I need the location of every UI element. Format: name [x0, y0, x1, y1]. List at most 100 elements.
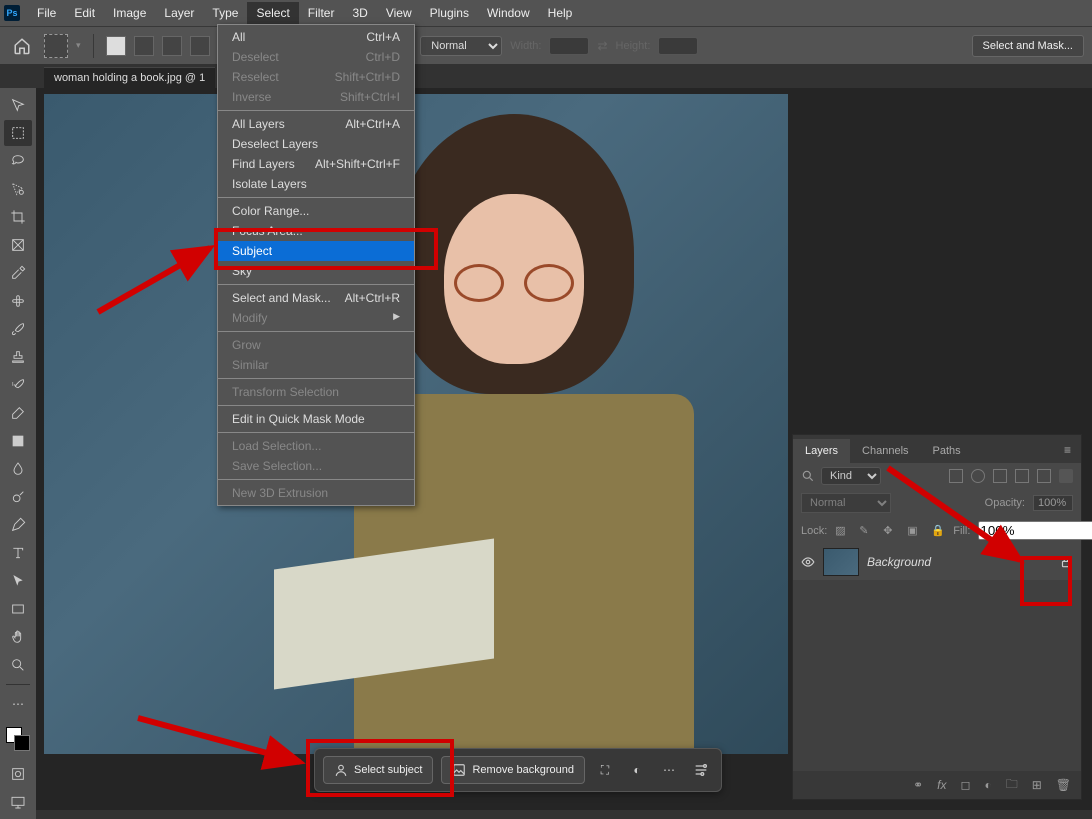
layer-group-icon[interactable]: 🗀 [1006, 775, 1018, 796]
menu-plugins[interactable]: Plugins [421, 2, 478, 24]
layer-filter-icons [949, 469, 1073, 483]
select-subject-button[interactable]: Select subject [323, 756, 433, 784]
lasso-tool[interactable] [4, 148, 32, 174]
lock-transparency-icon[interactable]: ▨ [835, 524, 849, 538]
link-layers-icon[interactable]: ⚭ [913, 778, 923, 792]
menu-help[interactable]: Help [539, 2, 582, 24]
history-brush-tool[interactable] [4, 372, 32, 398]
home-icon[interactable] [8, 32, 36, 60]
menu-item-subject[interactable]: Subject [218, 241, 414, 261]
lock-pixels-icon[interactable]: ✎ [859, 524, 873, 538]
visibility-icon[interactable] [801, 555, 815, 569]
layer-row[interactable]: Background [793, 544, 1081, 580]
blend-mode-dropdown[interactable]: Normal [801, 493, 891, 513]
menu-item-focus-area[interactable]: Focus Area... [218, 221, 414, 241]
filter-adjustment-icon[interactable] [971, 469, 985, 483]
type-tool[interactable] [4, 540, 32, 566]
filter-type-icon[interactable] [993, 469, 1007, 483]
menu-edit[interactable]: Edit [65, 2, 104, 24]
menu-3d[interactable]: 3D [343, 2, 376, 24]
menu-item-all-layers[interactable]: All LayersAlt+Ctrl+A [218, 114, 414, 134]
layer-thumbnail[interactable] [823, 548, 859, 576]
eraser-tool[interactable] [4, 400, 32, 426]
new-selection-icon[interactable] [106, 36, 126, 56]
path-select-tool[interactable] [4, 568, 32, 594]
stamp-tool[interactable] [4, 344, 32, 370]
tab-channels[interactable]: Channels [850, 439, 920, 463]
quick-select-tool[interactable] [4, 176, 32, 202]
menu-item-isolate-layers[interactable]: Isolate Layers [218, 174, 414, 194]
new-layer-icon[interactable]: ⊞ [1032, 778, 1042, 792]
healing-tool[interactable] [4, 288, 32, 314]
adjustment-icon[interactable]: ◐ [625, 758, 649, 782]
frame-tool[interactable] [4, 232, 32, 258]
lock-icon[interactable] [1059, 555, 1073, 569]
menu-view[interactable]: View [377, 2, 421, 24]
filter-shape-icon[interactable] [1015, 469, 1029, 483]
menu-item-edit-in-quick-mask-mode[interactable]: Edit in Quick Mask Mode [218, 409, 414, 429]
screen-mode-icon[interactable] [4, 789, 32, 815]
opacity-input[interactable] [1033, 495, 1073, 511]
document-canvas[interactable] [44, 94, 788, 754]
background-color[interactable] [14, 735, 30, 751]
add-selection-icon[interactable] [134, 36, 154, 56]
filter-toggle-icon[interactable] [1059, 469, 1073, 483]
remove-background-button[interactable]: Remove background [441, 756, 585, 784]
menu-item-similar: Similar [218, 355, 414, 375]
menu-file[interactable]: File [28, 2, 65, 24]
quick-mask-icon[interactable] [4, 761, 32, 787]
filter-smart-icon[interactable] [1037, 469, 1051, 483]
transform-icon[interactable]: ⛶ [593, 758, 617, 782]
menu-filter[interactable]: Filter [299, 2, 344, 24]
color-swatches[interactable] [4, 725, 32, 753]
subtract-selection-icon[interactable] [162, 36, 182, 56]
style-dropdown[interactable]: Normal [420, 36, 502, 56]
marquee-tool[interactable] [4, 120, 32, 146]
menu-item-find-layers[interactable]: Find LayersAlt+Shift+Ctrl+F [218, 154, 414, 174]
edit-toolbar-icon[interactable]: ⋯ [4, 691, 32, 717]
menu-window[interactable]: Window [478, 2, 539, 24]
lock-label: Lock: [801, 525, 827, 537]
lock-position-icon[interactable]: ✥ [883, 524, 897, 538]
menu-item-sky[interactable]: Sky [218, 261, 414, 281]
menu-select[interactable]: Select [247, 2, 298, 24]
menu-item-select-and-mask[interactable]: Select and Mask...Alt+Ctrl+R [218, 288, 414, 308]
brush-tool[interactable] [4, 316, 32, 342]
crop-tool[interactable] [4, 204, 32, 230]
delete-layer-icon[interactable]: 🗑 [1056, 778, 1071, 792]
layer-mask-icon[interactable]: ◻ [960, 778, 970, 792]
layer-filter-kind[interactable]: Kind [821, 467, 881, 485]
move-tool[interactable] [4, 92, 32, 118]
menu-type[interactable]: Type [203, 2, 247, 24]
more-icon[interactable]: ⋯ [657, 758, 681, 782]
fill-input[interactable] [978, 521, 1092, 540]
document-tab[interactable]: woman holding a book.jpg @ 1 [44, 67, 215, 88]
select-menu-dropdown: AllCtrl+ADeselectCtrl+DReselectShift+Ctr… [217, 24, 415, 506]
menu-item-color-range[interactable]: Color Range... [218, 201, 414, 221]
blur-tool[interactable] [4, 456, 32, 482]
panel-menu-icon[interactable]: ≡ [1054, 437, 1081, 463]
lock-artboard-icon[interactable]: ▣ [907, 524, 921, 538]
menu-layer[interactable]: Layer [155, 2, 203, 24]
dodge-tool[interactable] [4, 484, 32, 510]
menu-item-deselect-layers[interactable]: Deselect Layers [218, 134, 414, 154]
pen-tool[interactable] [4, 512, 32, 538]
menu-item-all[interactable]: AllCtrl+A [218, 27, 414, 47]
marquee-tool-preset[interactable] [44, 34, 68, 58]
eyedropper-tool[interactable] [4, 260, 32, 286]
menu-image[interactable]: Image [104, 2, 155, 24]
intersect-selection-icon[interactable] [190, 36, 210, 56]
gradient-tool[interactable] [4, 428, 32, 454]
properties-icon[interactable] [689, 758, 713, 782]
layer-fx-icon[interactable]: fx [937, 778, 946, 792]
tab-paths[interactable]: Paths [921, 439, 973, 463]
adjustment-layer-icon[interactable]: ◐ [984, 778, 991, 792]
tab-layers[interactable]: Layers [793, 439, 850, 463]
lock-all-icon[interactable]: 🔒 [931, 524, 945, 538]
hand-tool[interactable] [4, 624, 32, 650]
fill-label: Fill: [953, 525, 970, 537]
zoom-tool[interactable] [4, 652, 32, 678]
select-and-mask-button[interactable]: Select and Mask... [972, 35, 1085, 57]
filter-pixel-icon[interactable] [949, 469, 963, 483]
rectangle-tool[interactable] [4, 596, 32, 622]
